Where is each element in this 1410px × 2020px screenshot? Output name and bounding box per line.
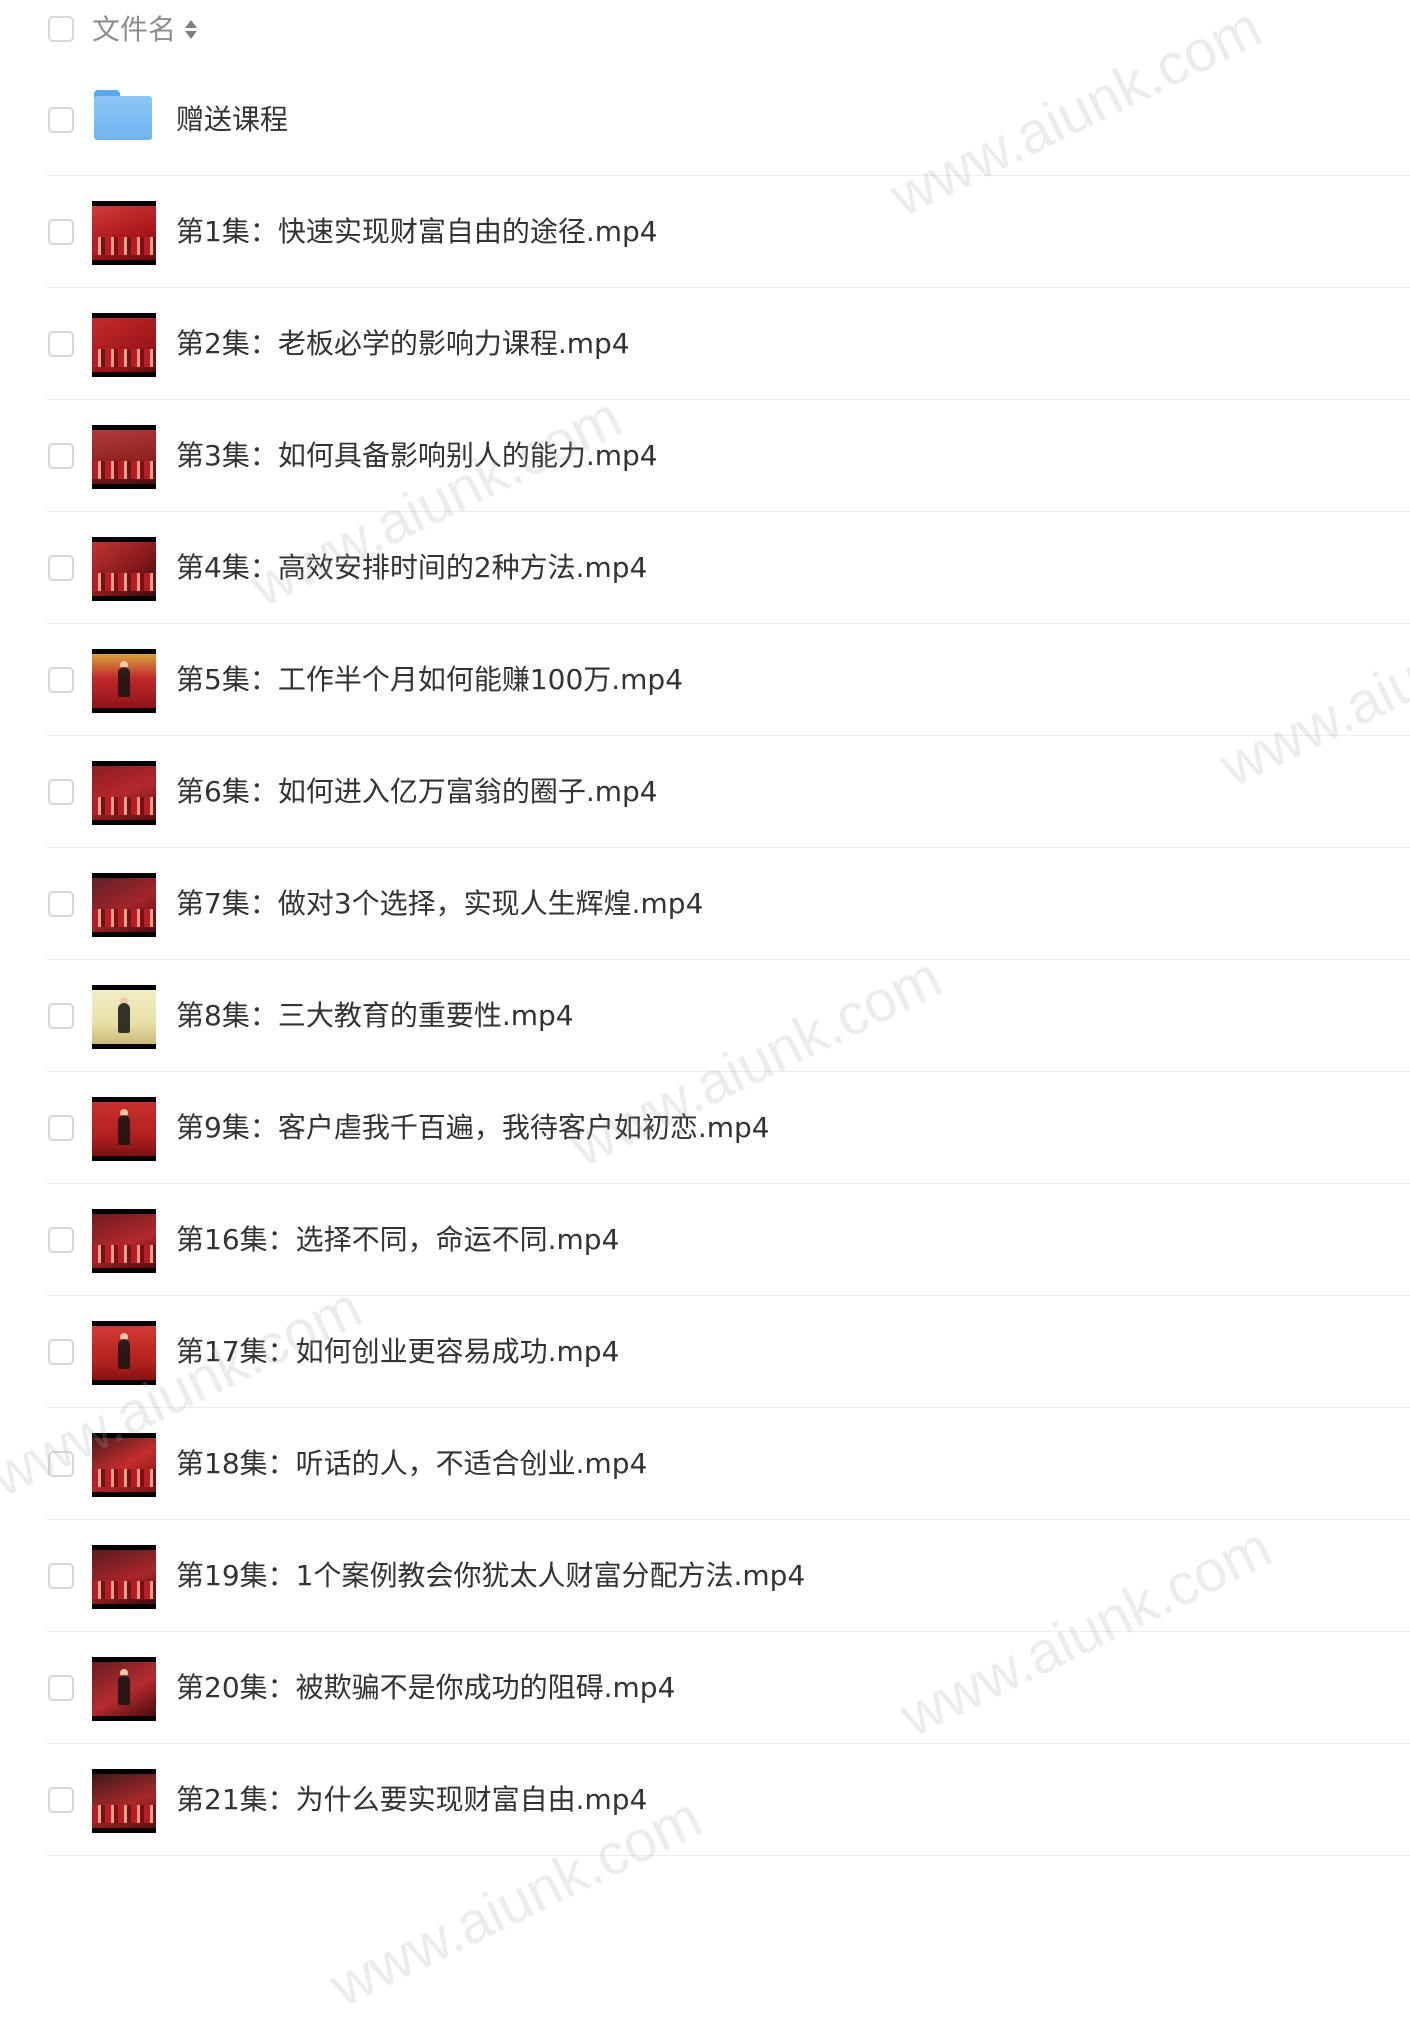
file-name[interactable]: 第3集：如何具备影响别人的能力.mp4 (176, 436, 658, 476)
file-name[interactable]: 第1集：快速实现财富自由的途径.mp4 (176, 212, 658, 252)
file-name[interactable]: 第20集：被欺骗不是你成功的阻碍.mp4 (176, 1668, 675, 1708)
video-thumbnail-icon (92, 761, 156, 825)
file-name[interactable]: 第9集：客户虐我千百遍，我待客户如初恋.mp4 (176, 1108, 770, 1148)
file-name[interactable]: 第17集：如何创业更容易成功.mp4 (176, 1332, 619, 1372)
video-thumbnail-icon (92, 1769, 156, 1833)
sort-updown-icon[interactable] (184, 18, 198, 42)
list-item[interactable]: 第7集：做对3个选择，实现人生辉煌.mp4 (0, 848, 1410, 960)
row-checkbox[interactable] (48, 779, 74, 805)
video-thumbnail-icon (92, 1545, 156, 1609)
video-thumbnail-icon (92, 201, 156, 265)
file-name[interactable]: 第6集：如何进入亿万富翁的圈子.mp4 (176, 772, 658, 812)
row-checkbox[interactable] (48, 443, 74, 469)
file-name[interactable]: 第19集：1个案例教会你犹太人财富分配方法.mp4 (176, 1556, 805, 1596)
list-item[interactable]: 第16集：选择不同，命运不同.mp4 (0, 1184, 1410, 1296)
row-checkbox[interactable] (48, 1227, 74, 1253)
video-thumbnail-icon (92, 425, 156, 489)
row-checkbox[interactable] (48, 1563, 74, 1589)
list-item[interactable]: 第18集：听话的人，不适合创业.mp4 (0, 1408, 1410, 1520)
file-name[interactable]: 第5集：工作半个月如何能赚100万.mp4 (176, 660, 683, 700)
video-thumbnail-icon (92, 313, 156, 377)
video-thumbnail-icon (92, 1321, 156, 1385)
file-name[interactable]: 第7集：做对3个选择，实现人生辉煌.mp4 (176, 884, 703, 924)
file-name[interactable]: 第18集：听话的人，不适合创业.mp4 (176, 1444, 647, 1484)
list-item-folder[interactable]: 赠送课程 (0, 64, 1410, 176)
filename-column-header[interactable]: 文件名 (92, 10, 176, 50)
list-item[interactable]: 第17集：如何创业更容易成功.mp4 (0, 1296, 1410, 1408)
row-checkbox[interactable] (48, 1675, 74, 1701)
file-name[interactable]: 第4集：高效安排时间的2种方法.mp4 (176, 548, 647, 588)
file-name[interactable]: 第16集：选择不同，命运不同.mp4 (176, 1220, 619, 1260)
list-item[interactable]: 第20集：被欺骗不是你成功的阻碍.mp4 (0, 1632, 1410, 1744)
video-thumbnail-icon (92, 1209, 156, 1273)
list-item[interactable]: 第9集：客户虐我千百遍，我待客户如初恋.mp4 (0, 1072, 1410, 1184)
folder-icon (92, 86, 154, 142)
row-divider (46, 1855, 1410, 1856)
list-item[interactable]: 第5集：工作半个月如何能赚100万.mp4 (0, 624, 1410, 736)
list-item[interactable]: 第19集：1个案例教会你犹太人财富分配方法.mp4 (0, 1520, 1410, 1632)
row-checkbox[interactable] (48, 1451, 74, 1477)
file-name[interactable]: 第8集：三大教育的重要性.mp4 (176, 996, 574, 1036)
select-all-checkbox[interactable] (48, 16, 74, 42)
list-header: 文件名 (0, 0, 1410, 60)
list-item[interactable]: 第4集：高效安排时间的2种方法.mp4 (0, 512, 1410, 624)
list-item[interactable]: 第8集：三大教育的重要性.mp4 (0, 960, 1410, 1072)
video-thumbnail-icon (92, 649, 156, 713)
file-name[interactable]: 赠送课程 (176, 100, 288, 140)
file-name[interactable]: 第2集：老板必学的影响力课程.mp4 (176, 324, 630, 364)
video-thumbnail-icon (92, 537, 156, 601)
list-item[interactable]: 第6集：如何进入亿万富翁的圈子.mp4 (0, 736, 1410, 848)
list-item[interactable]: 第2集：老板必学的影响力课程.mp4 (0, 288, 1410, 400)
video-thumbnail-icon (92, 985, 156, 1049)
row-checkbox[interactable] (48, 891, 74, 917)
row-checkbox[interactable] (48, 667, 74, 693)
list-item[interactable]: 第21集：为什么要实现财富自由.mp4 (0, 1744, 1410, 1856)
row-checkbox[interactable] (48, 1115, 74, 1141)
video-thumbnail-icon (92, 1433, 156, 1497)
video-thumbnail-icon (92, 1657, 156, 1721)
video-thumbnail-icon (92, 1097, 156, 1161)
row-checkbox[interactable] (48, 331, 74, 357)
row-checkbox[interactable] (48, 1003, 74, 1029)
row-checkbox[interactable] (48, 1787, 74, 1813)
row-checkbox[interactable] (48, 107, 74, 133)
row-checkbox[interactable] (48, 1339, 74, 1365)
row-checkbox[interactable] (48, 219, 74, 245)
file-name[interactable]: 第21集：为什么要实现财富自由.mp4 (176, 1780, 647, 1820)
video-thumbnail-icon (92, 873, 156, 937)
row-checkbox[interactable] (48, 555, 74, 581)
list-item[interactable]: 第3集：如何具备影响别人的能力.mp4 (0, 400, 1410, 512)
list-item[interactable]: 第1集：快速实现财富自由的途径.mp4 (0, 176, 1410, 288)
